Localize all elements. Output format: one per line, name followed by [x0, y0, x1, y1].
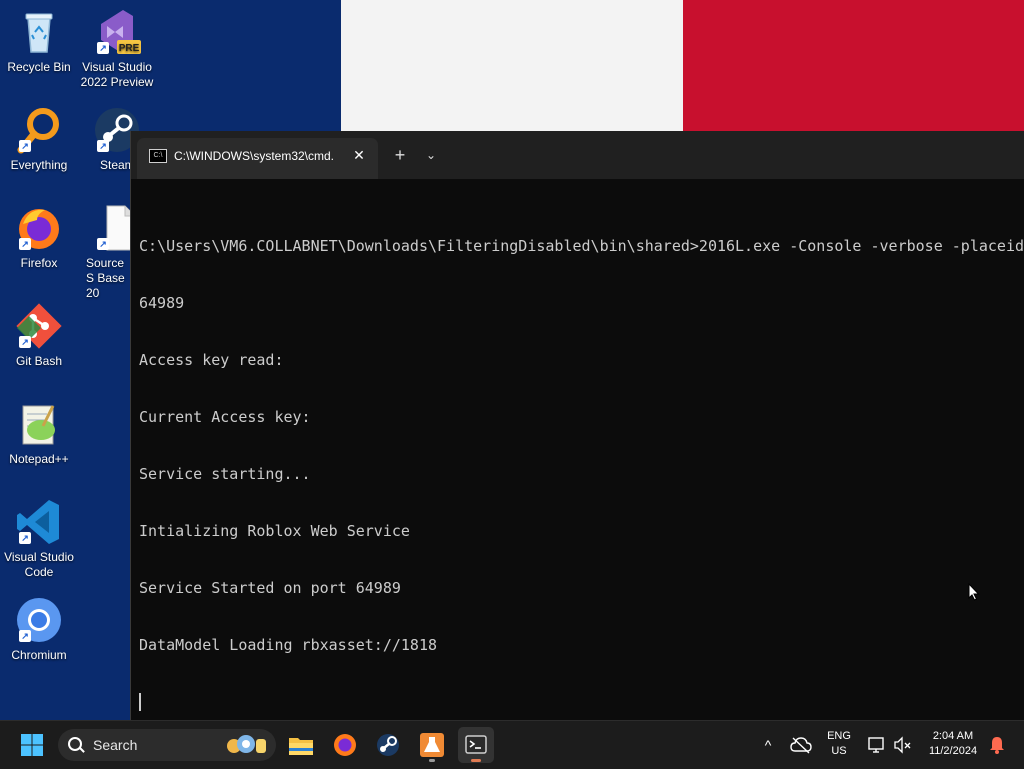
steam-icon [377, 734, 399, 756]
desktop-icon-firefox[interactable]: ↗ Firefox [0, 204, 78, 271]
active-indicator [471, 759, 481, 762]
desktop-icon-label: Firefox [20, 256, 58, 270]
firefox-icon: ↗ [15, 204, 63, 252]
terminal-tab-bar[interactable]: C:\ C:\WINDOWS\system32\cmd. ✕ + ⌄ [131, 131, 1024, 179]
clock-date: 11/2/2024 [928, 745, 978, 757]
file-explorer-icon [289, 738, 313, 755]
desktop-icon-label: Source S Base 20 [86, 256, 125, 300]
firefox-icon [334, 734, 356, 756]
taskbar-app-steam[interactable] [370, 727, 406, 763]
close-tab-button[interactable]: ✕ [349, 145, 369, 165]
network-icon[interactable] [866, 735, 886, 755]
taskbar-app-terminal[interactable] [458, 727, 494, 763]
text-cursor [139, 693, 141, 711]
volume-muted-icon[interactable] [892, 735, 912, 755]
search-icon [68, 737, 82, 751]
start-button[interactable] [14, 727, 50, 763]
search-label: Search [93, 737, 138, 753]
clock[interactable]: 2:04 AM 11/2/2024 [918, 729, 988, 759]
everything-search-icon: ↗ [15, 106, 63, 154]
terminal-icon [465, 735, 487, 754]
language-indicator[interactable]: ENG US [822, 729, 856, 759]
shortcut-arrow-icon: ↗ [19, 336, 31, 348]
notification-bell-icon[interactable] [988, 735, 1006, 755]
shortcut-arrow-icon: ↗ [97, 140, 109, 152]
console-line: Current Access key: [139, 408, 311, 426]
desktop-icon-recycle-bin[interactable]: Recycle Bin [0, 8, 78, 75]
taskbar-app-firefox[interactable] [327, 727, 363, 763]
recycle-bin-icon [15, 8, 63, 56]
flask-app-icon [420, 733, 444, 757]
tab-dropdown-button[interactable]: ⌄ [421, 143, 441, 167]
notepadpp-icon [15, 400, 63, 448]
taskbar-app-file-explorer[interactable] [283, 727, 319, 763]
chromium-icon: ↗ [15, 596, 63, 644]
shortcut-arrow-icon: ↗ [97, 42, 109, 54]
desktop-icon-chromium[interactable]: ↗ Chromium [0, 596, 78, 663]
desktop-icon-git-bash[interactable]: ↗ Git Bash [0, 302, 78, 369]
console-line: 64989 [139, 294, 185, 312]
console-line: Service starting... [139, 465, 311, 483]
desktop-icon-label: Visual Studio Code [4, 550, 74, 579]
console-line: Service Started on port 64989 [139, 579, 401, 597]
shortcut-arrow-icon: ↗ [19, 532, 31, 544]
language-label: ENG [827, 730, 851, 742]
desktop-icon-label: Chromium [11, 648, 67, 662]
taskbar-app-flask[interactable] [414, 727, 450, 763]
desktop-icon-notepadpp[interactable]: Notepad++ [0, 400, 78, 467]
region-label: US [831, 745, 847, 757]
desktop-icon-label: Recycle Bin [7, 60, 71, 74]
desktop-icon-vscode[interactable]: ↗ Visual Studio Code [0, 498, 78, 580]
tab-cmd[interactable]: C:\ C:\WINDOWS\system32\cmd. ✕ [137, 138, 378, 179]
clock-time: 2:04 AM [932, 730, 974, 742]
taskbar: Search ^ ENG US 2:04 AM 11/2/2024 [0, 720, 1024, 769]
taskbar-search-box[interactable]: Search [58, 729, 276, 761]
cloud-offline-icon[interactable] [790, 736, 812, 754]
search-highlight-icon [227, 735, 266, 753]
chevron-down-icon: ⌄ [425, 148, 437, 162]
shortcut-arrow-icon: ↗ [97, 238, 109, 250]
desktop-icon-visual-studio[interactable]: PRE ↗ Visual Studio 2022 Preview [78, 8, 156, 90]
desktop-icon-label: Git Bash [15, 354, 63, 368]
desktop-icon-label: Everything [10, 158, 68, 172]
desktop-icon-everything[interactable]: ↗ Everything [0, 106, 78, 173]
desktop-icon-label: Notepad++ [9, 452, 69, 466]
console-line: C:\Users\VM6.COLLABNET\Downloads\Filteri… [139, 237, 1024, 255]
vscode-icon: ↗ [15, 498, 63, 546]
desktop-icon-label: Visual Studio 2022 Preview [80, 60, 154, 89]
shortcut-arrow-icon: ↗ [19, 630, 31, 642]
mouse-pointer-icon [968, 583, 980, 601]
console-line: Access key read: [139, 351, 284, 369]
windows-logo-icon [21, 734, 43, 756]
tab-title: C:\WINDOWS\system32\cmd. [174, 149, 335, 163]
console-output[interactable]: C:\Users\VM6.COLLABNET\Downloads\Filteri… [139, 199, 1024, 714]
shortcut-arrow-icon: ↗ [19, 238, 31, 250]
chevron-up-icon: ^ [764, 737, 772, 753]
console-line: Intializing Roblox Web Service [139, 522, 410, 540]
running-indicator [429, 759, 435, 762]
shortcut-arrow-icon: ↗ [19, 140, 31, 152]
svg-text:PRE: PRE [119, 43, 140, 54]
show-hidden-icons-button[interactable]: ^ [758, 735, 778, 755]
visual-studio-icon: PRE ↗ [93, 8, 141, 56]
console-line: DataModel Loading rbxasset://1818 [139, 636, 438, 654]
terminal-window[interactable]: C:\ C:\WINDOWS\system32\cmd. ✕ + ⌄ C:\Us… [130, 131, 1024, 720]
new-tab-button[interactable]: + [390, 143, 410, 167]
cmd-icon: C:\ [149, 149, 167, 163]
git-bash-icon: ↗ [15, 302, 63, 350]
